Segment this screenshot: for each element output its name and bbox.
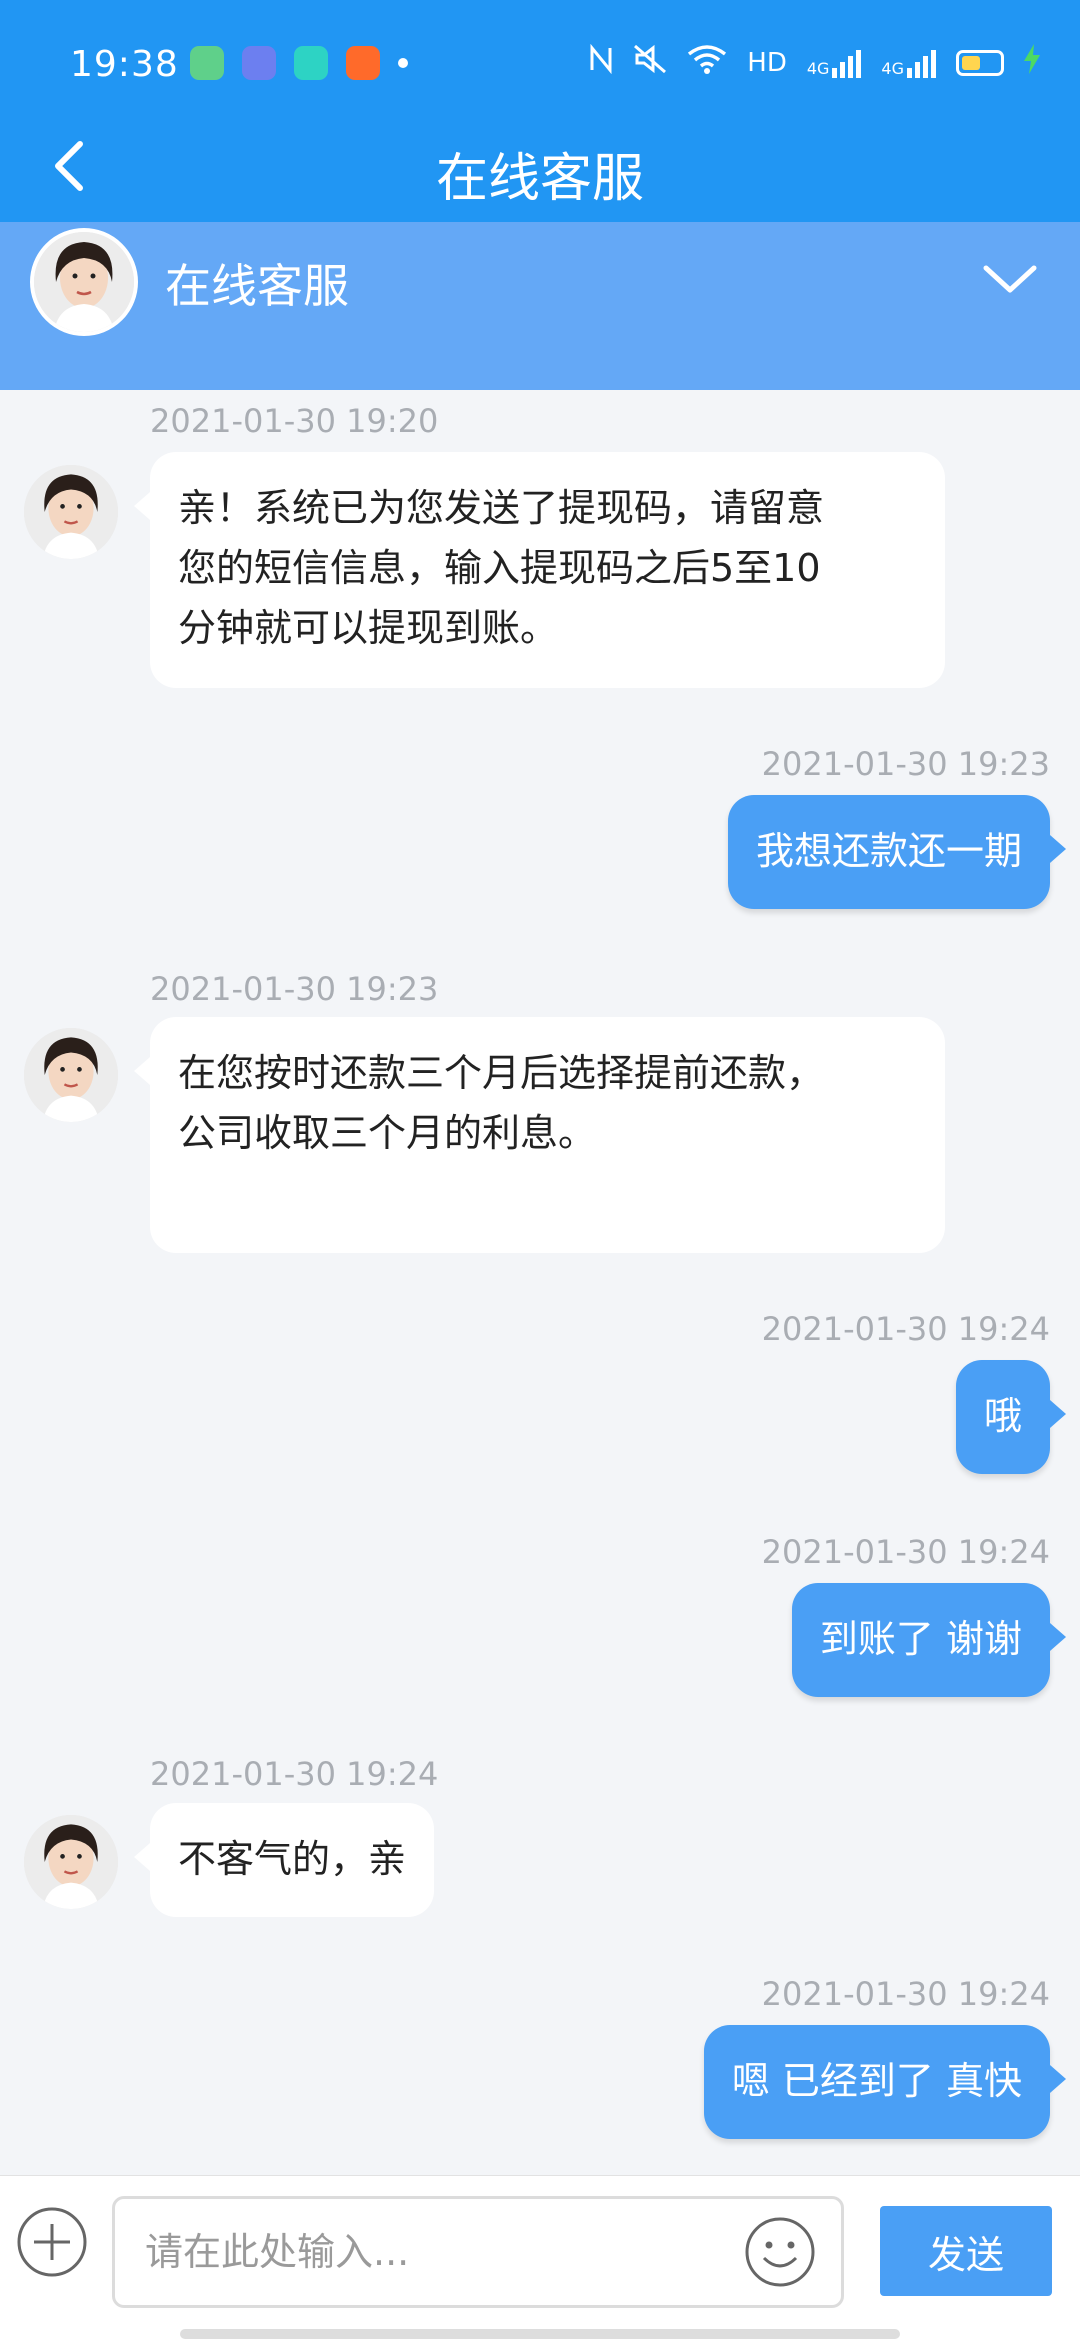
signal-strength-1: 4G	[807, 48, 862, 78]
home-indicator[interactable]	[180, 2329, 900, 2339]
app-notification-icon	[294, 46, 328, 80]
status-indicators: HD 4G 4G	[589, 43, 1040, 81]
signal-strength-2: 4G	[881, 48, 936, 78]
user-message-bubble: 嗯 已经到了 真快	[703, 2025, 1067, 2139]
hd-label: HD	[747, 47, 787, 78]
notification-icons	[190, 46, 408, 80]
agent-message-bubble: 亲！系统已为您发送了提现码，请留意 您的短信信息，输入提现码之后5至10 分钟就…	[134, 452, 945, 688]
message-timestamp: 2021-01-30 19:23	[761, 745, 1050, 783]
wifi-icon	[687, 44, 727, 81]
kuaishou-app-icon	[346, 46, 380, 80]
nfc-icon	[589, 43, 613, 81]
user-message-bubble: 我想还款还一期	[727, 795, 1067, 909]
agent-message-bubble: 在您按时还款三个月后选择提前还款， 公司收取三个月的利息。	[134, 1017, 945, 1253]
emoji-icon[interactable]	[744, 2216, 816, 2288]
agent-avatar	[30, 228, 138, 336]
agent-info-bar[interactable]: 在线客服	[0, 222, 1080, 390]
page-title: 在线客服	[435, 149, 644, 209]
chat-area[interactable]: 2021-01-30 19:20 亲！系统已为您发送了提现码，请留意 您的短信信…	[0, 390, 1080, 2175]
message-timestamp: 2021-01-30 19:24	[761, 1975, 1050, 2013]
agent-avatar	[24, 1815, 118, 1909]
mute-icon	[633, 44, 667, 81]
chevron-down-icon[interactable]	[980, 260, 1040, 300]
signal-bars-icon	[832, 48, 862, 78]
message-input[interactable]	[112, 2196, 844, 2308]
more-notifications-dot	[398, 58, 408, 68]
app-bar: 在线客服	[0, 110, 1080, 222]
agent-avatar	[24, 465, 118, 559]
plus-icon[interactable]	[16, 2206, 88, 2278]
charging-icon	[1024, 44, 1040, 81]
message-timestamp: 2021-01-30 19:24	[761, 1533, 1050, 1571]
send-button[interactable]: 发送	[880, 2206, 1052, 2296]
user-message-bubble: 到账了 谢谢	[791, 1583, 1067, 1697]
agent-avatar	[24, 1028, 118, 1122]
network-type-label: 4G	[881, 58, 904, 78]
app-notification-icon	[190, 46, 224, 80]
message-input-bar: 发送	[0, 2175, 1080, 2340]
signal-bars-icon	[907, 48, 936, 78]
infinity-app-icon	[242, 46, 276, 80]
message-timestamp: 2021-01-30 19:20	[150, 402, 439, 440]
network-type-label: 4G	[806, 58, 830, 78]
status-time: 19:38	[70, 44, 179, 85]
battery-icon	[956, 49, 1004, 76]
agent-message-bubble: 不客气的，亲	[133, 1803, 435, 1917]
message-timestamp: 2021-01-30 19:23	[150, 970, 439, 1008]
message-timestamp: 2021-01-30 19:24	[150, 1755, 439, 1793]
user-message-bubble: 哦	[955, 1360, 1067, 1474]
agent-name: 在线客服	[165, 259, 349, 313]
message-timestamp: 2021-01-30 19:24	[761, 1310, 1050, 1348]
